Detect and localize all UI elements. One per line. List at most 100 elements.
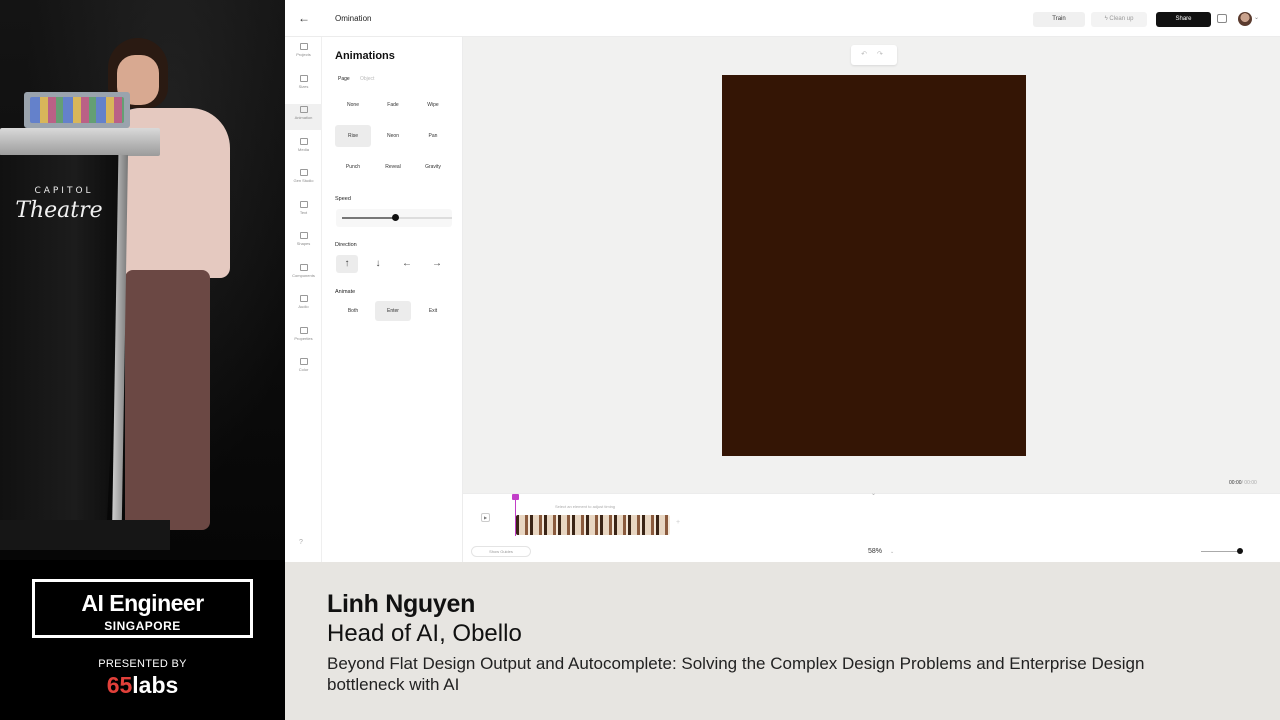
direction-down-button[interactable]: ↓ [367,255,389,273]
rail-item-animation[interactable]: Animation [285,104,322,130]
speaker-video: CAPITOL Theatre [0,0,285,560]
timeline-zoom-slider[interactable] [1201,551,1241,552]
design-app: ← Omination Train ϟ Clean up Share ⌄ Pro… [285,0,1280,562]
animation-option-rise[interactable]: Rise [335,125,371,147]
chevron-down-icon[interactable]: ⌄ [1254,14,1259,21]
rail-label: Sizes [298,84,309,89]
zoom-level[interactable]: 58% [868,548,882,555]
timeline-zoom-handle[interactable] [1237,548,1243,554]
resize-icon [299,75,308,82]
help-icon[interactable]: ? [299,539,303,546]
event-logo: AI Engineer SINGAPORE [32,579,253,638]
rail-item-color[interactable]: Color [285,356,322,382]
speaker-pants [125,270,210,530]
talk-title: Beyond Flat Design Output and Autocomple… [327,654,1145,694]
animation-icon [299,106,308,113]
rail-label: Animation [294,115,313,120]
rail-label: Properties [294,336,313,341]
tab-page[interactable]: Page [338,76,350,82]
play-icon[interactable]: ▶ [481,513,490,522]
left-rail: Projects Sizes Animation Media Gen Studi… [285,37,322,562]
time-total: / 00:00 [1241,480,1257,486]
time-readout: 00:00/ 00:00 [1229,480,1257,486]
project-title[interactable]: Omination [335,14,371,23]
venue-line1: CAPITOL [34,186,94,196]
laptop-stickers [30,97,124,123]
user-avatar[interactable] [1238,12,1252,26]
top-bar: ← Omination Train ϟ Clean up Share ⌄ [285,0,1280,37]
rail-label: Components [292,273,315,278]
canvas-area[interactable]: ↶ ↷ 00:00/ 00:00 [463,37,1280,493]
speaker-role: Head of AI, Obello [327,620,522,647]
rail-item-gen-studio[interactable]: Gen Studio [285,167,322,193]
animate-both-button[interactable]: Both [335,301,371,321]
animation-option-wipe[interactable]: Wipe [415,94,451,116]
animate-exit-button[interactable]: Exit [415,301,451,321]
undo-redo-buttons[interactable]: ↶ ↷ [851,45,897,65]
share-button[interactable]: Share [1156,12,1211,27]
text-icon [299,201,308,208]
shapes-icon [299,232,308,239]
components-icon [299,264,308,271]
rail-label: Color [298,367,309,372]
sponsor-word: labs [132,672,179,698]
direction-up-button[interactable]: ↑ [336,255,358,273]
animation-option-reveal[interactable]: Reveal [375,156,411,178]
sponsor-logo: 65labs [0,672,285,699]
rail-label: Gen Studio [293,178,314,183]
animation-option-punch[interactable]: Punch [335,156,371,178]
rail-item-sizes[interactable]: Sizes [285,73,322,99]
podium-base [0,520,170,550]
properties-icon [299,327,308,334]
animation-option-pan[interactable]: Pan [415,125,451,147]
speed-slider[interactable] [342,214,452,221]
page-track[interactable] [516,515,670,535]
animation-option-fade[interactable]: Fade [375,94,411,116]
animation-option-gravity[interactable]: Gravity [415,156,451,178]
rail-item-text[interactable]: Text [285,199,322,225]
lower-third: Linh Nguyen Head of AI, Obello Beyond Fl… [285,562,1280,720]
venue-line2: Theatre [15,198,103,223]
comment-icon[interactable] [1217,14,1227,23]
show-guides-button[interactable]: Show Guides [471,546,531,557]
direction-left-button[interactable]: ← [396,255,418,273]
train-button[interactable]: Train [1033,12,1085,27]
animations-panel: Animations Page Object None Fade Wipe Ri… [322,37,481,562]
rail-item-projects[interactable]: Projects [285,41,322,67]
add-icon[interactable]: + [676,519,680,526]
palette-icon [299,358,308,365]
back-arrow-icon[interactable]: ← [297,11,311,25]
rail-item-properties[interactable]: Properties [285,325,322,351]
rail-label: Projects [296,52,311,57]
presented-by: PRESENTED BY [98,658,187,670]
animate-label: Animate [335,289,356,295]
rail-label: Media [298,147,309,152]
event-title: AI Engineer [81,590,204,616]
animation-option-none[interactable]: None [335,94,371,116]
artboard[interactable] [722,75,1026,456]
sparkle-icon [299,169,308,176]
direction-right-button[interactable]: → [426,255,448,273]
time-current: 00:00 [1229,480,1242,486]
speed-label: Speed [335,196,351,202]
rail-label: Audio [298,304,309,309]
rail-label: Text [299,210,308,215]
sponsor-number: 65 [106,672,133,698]
rail-item-shapes[interactable]: Shapes [285,230,322,256]
event-branding: AI Engineer SINGAPORE PRESENTED BY 65lab… [0,560,285,720]
chevron-down-icon[interactable]: ⌄ [890,549,894,555]
podium-top [0,128,160,156]
rail-item-media[interactable]: Media [285,136,322,162]
chevron-down-icon[interactable]: ⌄ [871,490,876,497]
animation-option-neon[interactable]: Neon [375,125,411,147]
folder-icon [299,43,308,50]
tab-object[interactable]: Object [360,76,374,82]
rail-item-components[interactable]: Components [285,262,322,288]
rail-label: Shapes [296,241,311,246]
animate-enter-button[interactable]: Enter [375,301,411,321]
speed-slider-handle[interactable] [391,214,399,221]
rail-item-audio[interactable]: Audio [285,293,322,319]
cleanup-button[interactable]: ϟ Clean up [1091,12,1147,27]
screen: CAPITOL Theatre AI Engineer SINGAPORE PR… [0,0,1280,720]
timeline: ⌄ ▶ Select an element to adjust timing +… [463,490,1280,562]
